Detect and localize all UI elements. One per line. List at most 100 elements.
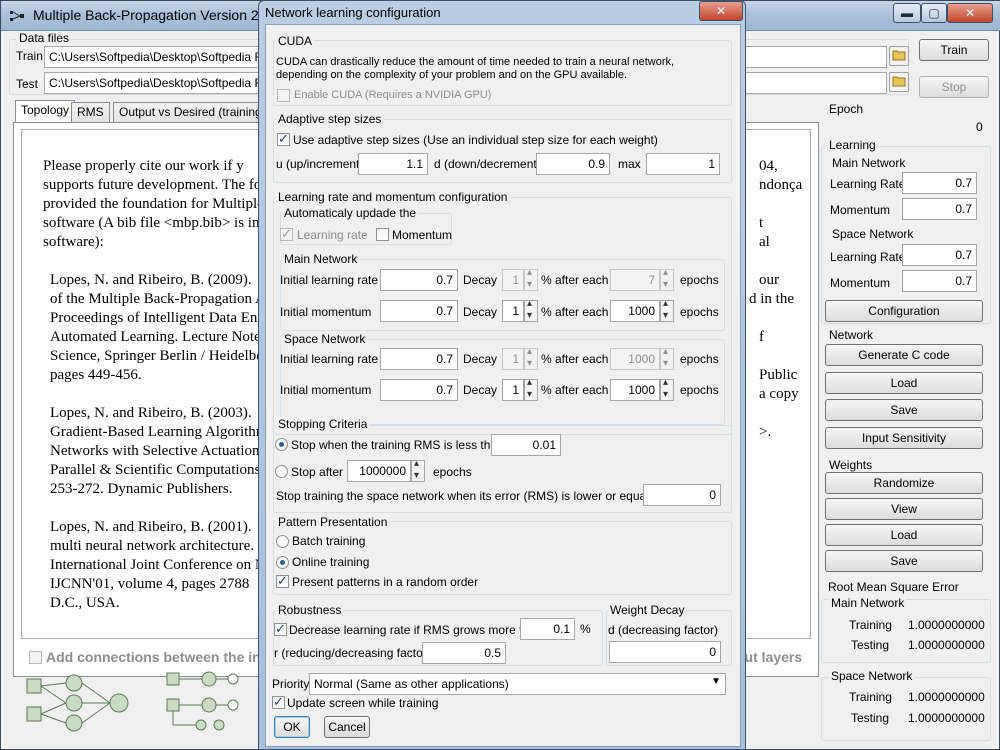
main-network-title: Main Network	[832, 156, 906, 170]
main-training-label: Training	[849, 618, 892, 632]
space-lr-decay-label: Decay	[463, 352, 498, 366]
train-label: Train	[16, 49, 43, 63]
decrease-lr-input[interactable]: 0.1	[520, 618, 575, 640]
input-sensitivity-button[interactable]: Input Sensitivity	[825, 427, 983, 449]
space-learning-rate-label: Learning Rate	[830, 250, 906, 264]
main-initial-momentum-input[interactable]: 0.7	[380, 300, 458, 322]
citation-line: provided the foundation for Multiple	[43, 196, 264, 212]
randomize-button[interactable]: Randomize	[825, 472, 983, 494]
main-mom-epochs-spinner[interactable]	[660, 298, 674, 322]
update-screen-checkbox[interactable]	[272, 694, 285, 710]
space-learning-rate-input[interactable]: 0.7	[902, 244, 977, 266]
weights-save-button[interactable]: Save	[825, 550, 983, 572]
space-lr-epochs-input[interactable]: 1000	[610, 348, 660, 370]
auto-momentum-checkbox[interactable]	[376, 228, 389, 241]
adaptive-title: Adaptive step sizes	[276, 112, 384, 126]
network-save-button[interactable]: Save	[825, 399, 983, 421]
train-button[interactable]: Train	[919, 39, 989, 61]
r-factor-input[interactable]: 0.5	[422, 642, 506, 664]
cancel-button[interactable]: Cancel	[324, 716, 370, 738]
main-mom-epochs-label: epochs	[680, 305, 719, 319]
minimize-button[interactable]: ▬	[893, 3, 921, 23]
d-input[interactable]: 0.9	[536, 153, 610, 175]
space-testing-label: Testing	[851, 711, 890, 725]
space-lr-epochs-spinner[interactable]	[660, 346, 674, 370]
u-input[interactable]: 1.1	[358, 153, 428, 175]
batch-training-radio[interactable]	[276, 535, 289, 548]
citation-fragment: 04,	[759, 158, 778, 174]
robustness-title: Robustness	[276, 603, 344, 617]
online-training-radio[interactable]	[276, 556, 289, 569]
stop-rms-radio[interactable]	[275, 438, 288, 451]
space-mom-decay-label: Decay	[463, 383, 498, 397]
train-browse-button[interactable]	[889, 46, 909, 66]
main-mom-decay-input[interactable]: 1	[502, 300, 524, 322]
space-training-rms: 1.0000000000	[908, 690, 985, 704]
priority-selected-value: Normal (Same as other applications)	[314, 677, 509, 691]
configuration-button[interactable]: Configuration	[825, 300, 983, 322]
tab-rms[interactable]: RMS	[71, 102, 110, 122]
weights-load-button[interactable]: Load	[825, 524, 983, 546]
network-learning-configuration-dialog: Network learning configuration ✕ CUDA CU…	[258, 0, 746, 750]
max-label: max	[618, 157, 641, 171]
test-browse-button[interactable]	[889, 72, 909, 92]
priority-select[interactable]: Normal (Same as other applications) ▼	[309, 673, 726, 695]
add-connections-checkbox[interactable]	[29, 651, 42, 664]
main-lr-decay-spinner[interactable]	[524, 267, 538, 291]
learning-title: Learning	[827, 138, 878, 152]
main-mom-decay-spinner[interactable]	[524, 298, 538, 322]
generate-c-code-button[interactable]: Generate C code	[825, 344, 983, 366]
main-learning-rate-input[interactable]: 0.7	[902, 172, 977, 194]
stop-after-radio[interactable]	[275, 465, 288, 478]
citation-line: 253-272. Dynamic Publishers.	[50, 481, 233, 497]
epoch-label: Epoch	[829, 102, 864, 116]
auto-learning-rate-checkbox[interactable]	[280, 226, 293, 242]
r-factor-label: r (reducing/decreasing factor)	[274, 646, 431, 660]
weights-view-button[interactable]: View	[825, 498, 983, 520]
main-mom-decay-label: Decay	[463, 305, 498, 319]
stop-after-spinner[interactable]	[411, 458, 425, 482]
random-order-checkbox[interactable]	[276, 573, 289, 589]
space-lr-decay-input[interactable]: 1	[502, 348, 524, 370]
citation-fragment: al	[759, 234, 770, 250]
use-adaptive-checkbox[interactable]	[277, 131, 290, 147]
main-momentum-input[interactable]: 0.7	[902, 198, 977, 220]
stop-button[interactable]: Stop	[919, 76, 989, 98]
space-mom-decay-spinner[interactable]	[524, 377, 538, 401]
stop-space-input[interactable]: 0	[643, 484, 721, 506]
main-lr-decay-input[interactable]: 1	[502, 269, 524, 291]
space-initial-momentum-input[interactable]: 0.7	[380, 379, 458, 401]
ok-button[interactable]: OK	[274, 716, 310, 738]
space-mom-epochs-input[interactable]: 1000	[610, 379, 660, 401]
stop-space-label: Stop training the space network when its…	[276, 489, 676, 503]
tab-output-vs-desired[interactable]: Output vs Desired (training d	[113, 102, 261, 122]
tab-topology[interactable]: Topology	[15, 100, 76, 123]
network-title: Network	[829, 328, 874, 342]
network-load-button[interactable]: Load	[825, 372, 983, 394]
stop-after-input[interactable]: 1000000	[347, 460, 411, 482]
space-initial-lr-label: Initial learning rate	[280, 352, 379, 366]
space-mom-epochs-spinner[interactable]	[660, 377, 674, 401]
space-initial-lr-input[interactable]: 0.7	[380, 348, 458, 370]
main-lr-epochs-input[interactable]: 7	[610, 269, 660, 291]
citation-fragment: a copy	[759, 386, 799, 402]
main-initial-lr-input[interactable]: 0.7	[380, 269, 458, 291]
decrease-lr-checkbox[interactable]	[274, 621, 287, 637]
main-lr-epochs-spinner[interactable]	[660, 267, 674, 291]
space-lr-decay-spinner[interactable]	[524, 346, 538, 370]
weight-decay-d-input[interactable]: 0	[609, 641, 721, 663]
max-input[interactable]: 1	[646, 153, 720, 175]
maximize-button[interactable]: ▢	[921, 3, 947, 23]
stop-rms-input[interactable]: 0.01	[491, 434, 561, 456]
maximize-icon: ▢	[928, 6, 940, 20]
citation-fragment: ndonça	[759, 177, 803, 193]
space-initial-momentum-label: Initial momentum	[280, 383, 372, 397]
space-momentum-input[interactable]: 0.7	[902, 270, 977, 292]
space-mom-decay-input[interactable]: 1	[502, 379, 524, 401]
enable-cuda-checkbox[interactable]	[277, 89, 290, 102]
main-close-button[interactable]: ✕	[947, 3, 993, 23]
space-network-diagram-icon	[166, 671, 239, 731]
main-mom-epochs-input[interactable]: 1000	[610, 300, 660, 322]
dialog-close-button[interactable]: ✕	[699, 1, 743, 21]
weight-decay-title: Weight Decay	[608, 603, 687, 617]
